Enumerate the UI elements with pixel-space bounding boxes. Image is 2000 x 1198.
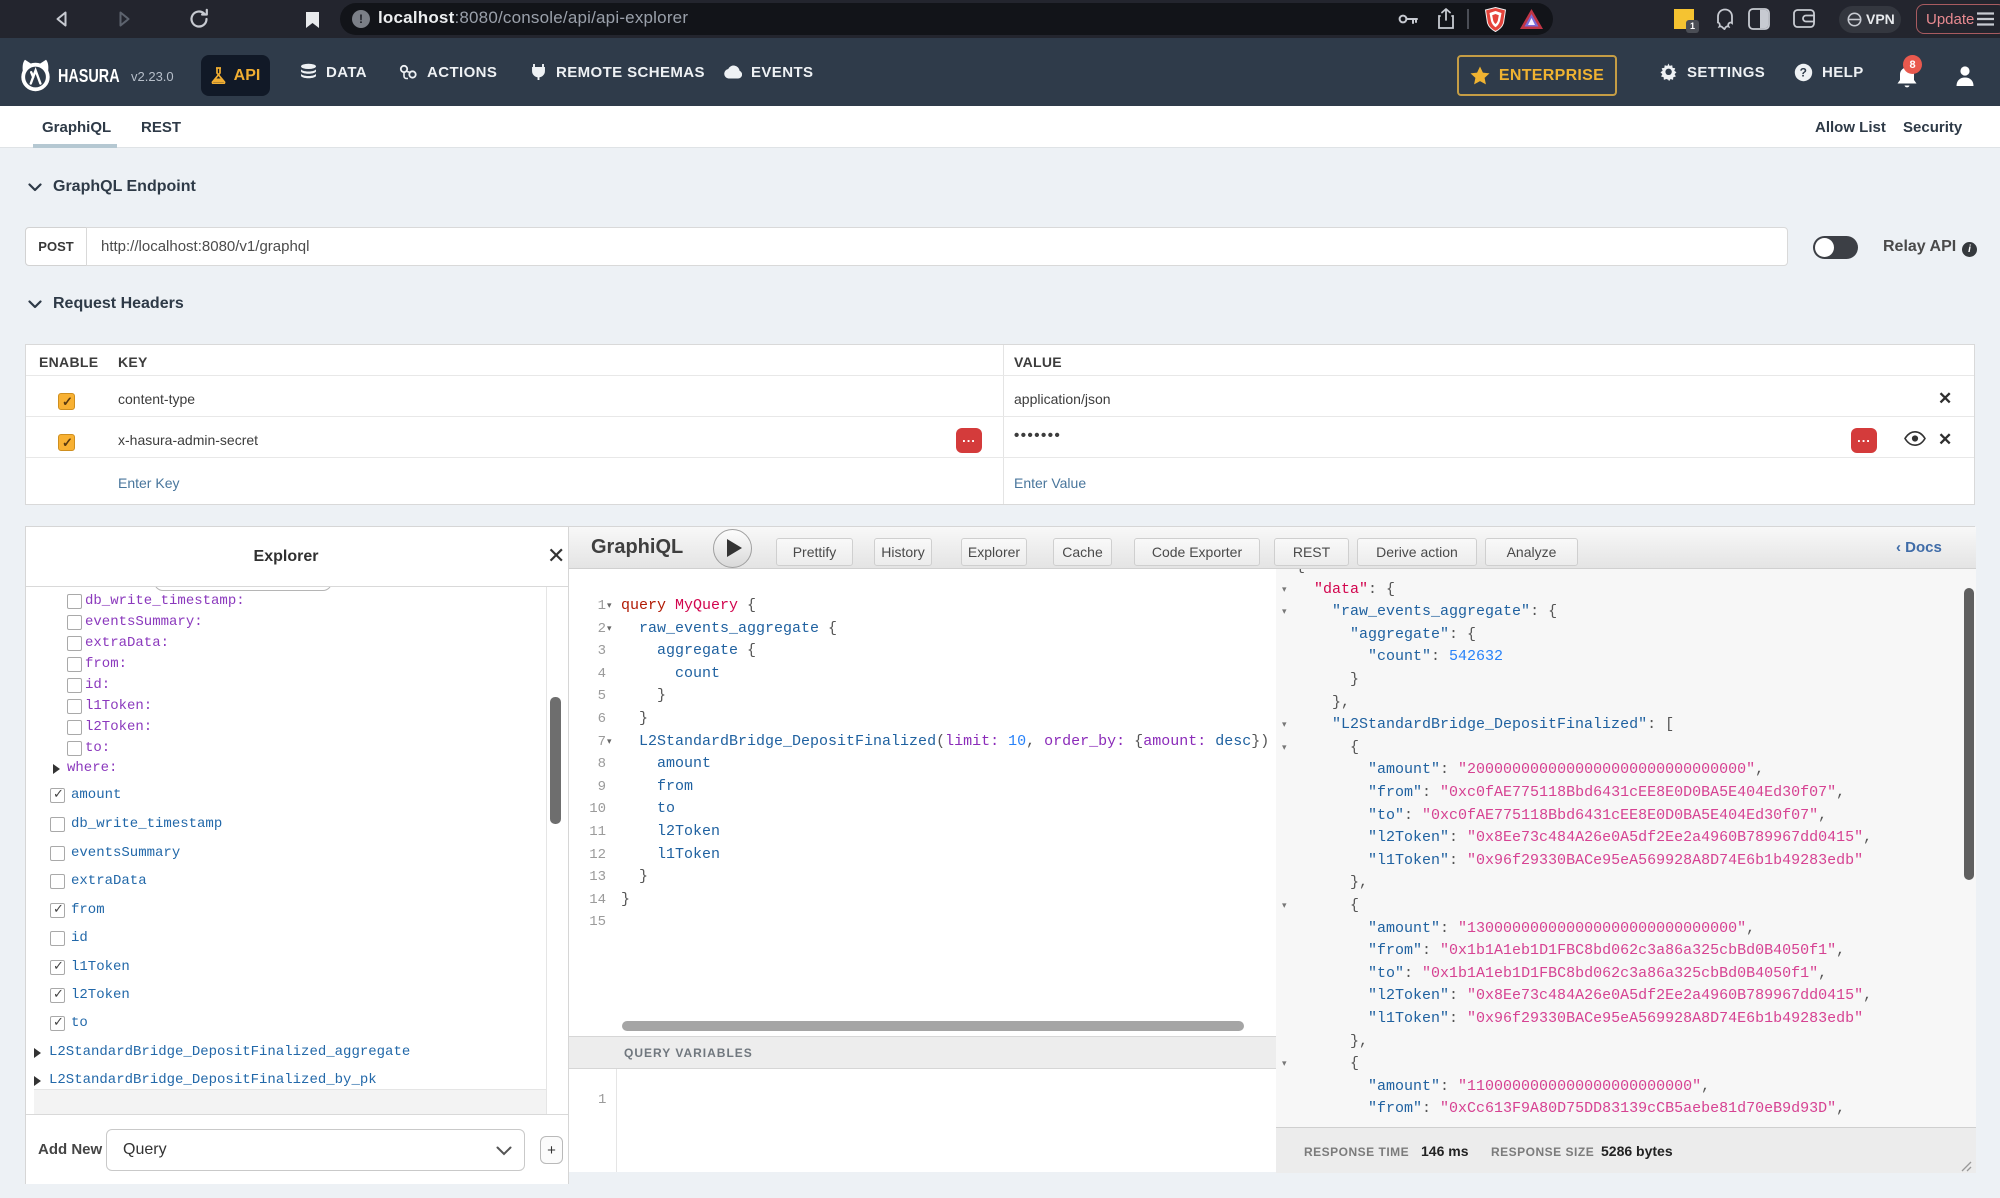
svg-text:?: ? bbox=[1800, 65, 1808, 79]
